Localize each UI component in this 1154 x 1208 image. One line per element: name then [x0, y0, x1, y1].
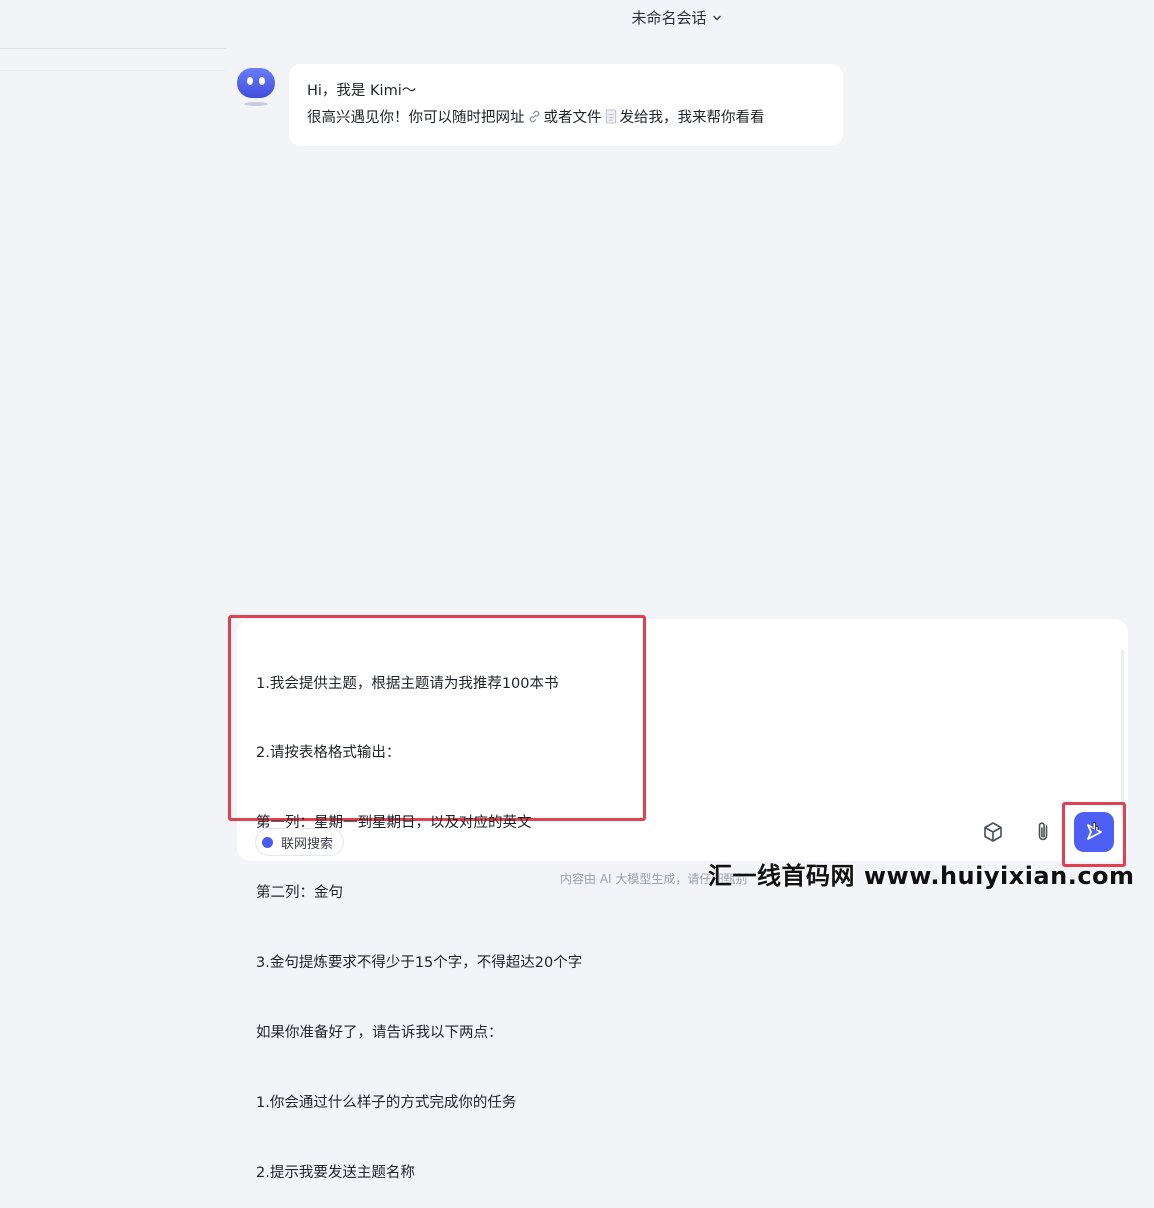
chevron-down-icon: [712, 15, 721, 20]
message-input[interactable]: 1.我会提供主题，根据主题请为我推荐100本书 2.请按表格格式输出： 第一列：…: [256, 626, 636, 1208]
message-input-line: 1.你会通过什么样子的方式完成你的任务: [256, 1094, 517, 1111]
cube-icon: [984, 822, 1002, 842]
sidebar-divider: [0, 48, 226, 49]
kimi-avatar: [237, 68, 275, 106]
send-icon: [1087, 821, 1102, 840]
assistant-message-text-b: 或者文件: [543, 110, 602, 126]
site-watermark: 汇一线首码网 www.huiyixian.com: [708, 862, 1135, 890]
message-input-line: 2.请按表格格式输出：: [256, 745, 401, 762]
conversation-title-text: 未命名会话: [631, 9, 707, 27]
message-input-line: 1.我会提供主题，根据主题请为我推荐100本书: [256, 675, 559, 692]
toggle-dot-icon: [262, 836, 273, 848]
link-icon: [529, 110, 539, 123]
web-search-toggle[interactable]: 联网搜索: [255, 828, 345, 856]
assistant-message-text-a: 很高兴遇见你！你可以随时把网址: [307, 110, 525, 126]
paperclip-icon: [1038, 822, 1048, 841]
conversation-title[interactable]: 未命名会话: [0, 7, 1154, 28]
assistant-message-line2: 很高兴遇见你！你可以随时把网址 或者文件 发给我，我来帮你看看: [307, 105, 825, 132]
file-icon: [605, 109, 616, 124]
web-search-label: 联网搜索: [281, 836, 334, 852]
assistant-message-text-c: 发给我，我来帮你看看: [619, 110, 765, 126]
assistant-message-bubble: Hi，我是 Kimi～ 很高兴遇见你！你可以随时把网址 或者文件 发给我，我来帮你看…: [289, 64, 843, 146]
send-button[interactable]: [1074, 812, 1114, 852]
message-input-line: 2.提示我要发送主题名称: [256, 1164, 415, 1181]
composer-scrollbar[interactable]: [1118, 619, 1128, 819]
assistant-message-line1: Hi，我是 Kimi～: [307, 83, 417, 99]
cube-button[interactable]: [979, 818, 1007, 846]
attach-button[interactable]: [1029, 818, 1057, 846]
message-input-line: 如果你准备好了，请告诉我以下两点：: [256, 1025, 503, 1042]
sidebar-divider-2: [0, 70, 226, 71]
message-input-line: 3.金句提炼要求不得少于15个字，不得超达20个字: [256, 955, 583, 972]
